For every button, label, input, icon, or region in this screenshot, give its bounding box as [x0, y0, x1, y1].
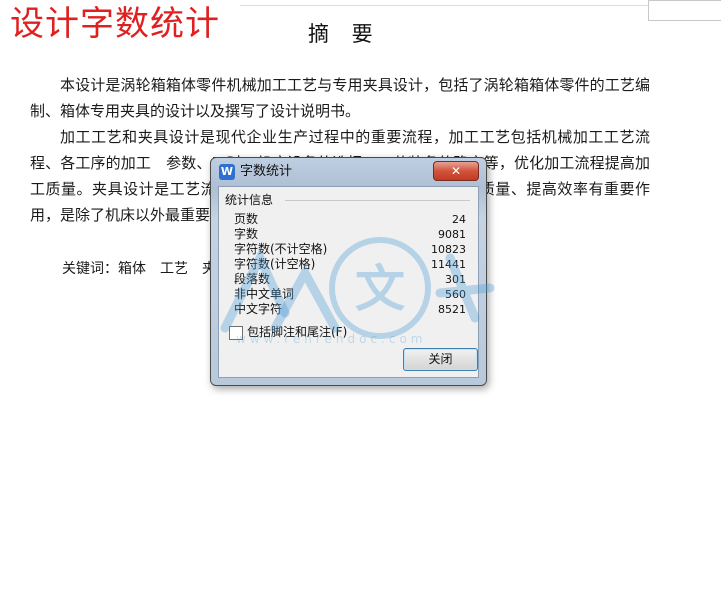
wps-app-icon: W	[219, 164, 235, 180]
stat-row-paragraphs: 段落数 301	[234, 272, 466, 287]
page-top-border	[240, 5, 648, 6]
stat-value: 11441	[431, 258, 466, 271]
document-keywords: 关键词：箱体 工艺 夹具	[62, 261, 230, 277]
stat-label: 中文字符	[234, 302, 283, 316]
word-count-dialog: W 字数统计 ✕ 统计信息 页数 24 字数 9081 字符数(不计空格) 10…	[210, 157, 487, 386]
stat-value: 9081	[438, 228, 466, 241]
page-corner-mark-bottom	[648, 20, 721, 21]
stat-label: 段落数	[234, 272, 271, 286]
stat-value: 24	[452, 213, 466, 226]
overlay-title: 设计字数统计	[10, 4, 220, 44]
document-paragraph-1: 本设计是涡轮箱箱体零件机械加工工艺与专用夹具设计，包括了涡轮箱箱体零件的工艺编制…	[30, 76, 650, 120]
stat-label: 页数	[234, 212, 259, 226]
close-button[interactable]: 关闭	[403, 348, 478, 371]
page-corner-mark	[648, 0, 721, 1]
stat-label: 非中文单词	[234, 287, 295, 301]
stat-label: 字符数(计空格)	[234, 257, 316, 271]
dialog-body: 统计信息 页数 24 字数 9081 字符数(不计空格) 10823 字符数(计…	[218, 186, 479, 378]
stat-value: 301	[445, 273, 466, 286]
document-heading: 摘 要	[308, 22, 381, 46]
dialog-titlebar[interactable]: W 字数统计 ✕	[211, 158, 486, 186]
stat-row-chinese-chars: 中文字符 8521	[234, 302, 466, 317]
group-divider	[285, 200, 470, 201]
stat-row-non-chinese-words: 非中文单词 560	[234, 287, 466, 302]
stat-row-chars-no-spaces: 字符数(不计空格) 10823	[234, 242, 466, 257]
close-icon[interactable]: ✕	[433, 161, 479, 181]
stat-row-pages: 页数 24	[234, 212, 466, 227]
stat-value: 10823	[431, 243, 466, 256]
stat-value: 560	[445, 288, 466, 301]
stats-group-label: 统计信息	[225, 193, 278, 207]
dialog-title: 字数统计	[240, 164, 293, 179]
stat-row-chars-with-spaces: 字符数(计空格) 11441	[234, 257, 466, 272]
stat-label: 字数	[234, 227, 259, 241]
stat-value: 8521	[438, 303, 466, 316]
page-corner-mark-vertical	[648, 0, 649, 20]
stat-row-words: 字数 9081	[234, 227, 466, 242]
stat-label: 字符数(不计空格)	[234, 242, 328, 256]
watermark-url: www.renrendoc.com	[236, 332, 427, 346]
